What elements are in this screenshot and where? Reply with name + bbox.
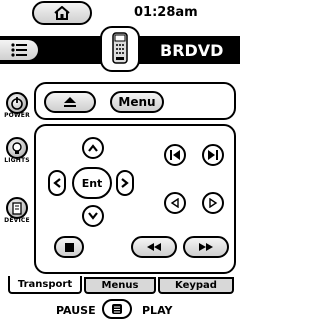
page-icon [112, 304, 122, 314]
up-arrow-icon [88, 144, 98, 152]
step-back-button[interactable] [164, 192, 186, 214]
next-chapter-icon [208, 150, 218, 160]
enter-button[interactable]: Ent [72, 167, 112, 199]
power-button[interactable]: POWER [2, 92, 32, 119]
prev-chapter-button[interactable] [164, 144, 186, 166]
page-button[interactable] [102, 299, 132, 319]
remote-icon [112, 32, 128, 64]
lights-button[interactable]: LIGHTS [2, 137, 32, 164]
lights-icon [6, 137, 28, 159]
device-icon [6, 197, 28, 219]
down-arrow-icon [88, 212, 98, 220]
power-icon [6, 92, 28, 114]
pause-label[interactable]: PAUSE [56, 304, 96, 317]
right-button[interactable] [116, 170, 134, 196]
home-icon [54, 6, 70, 20]
rewind-button[interactable] [131, 236, 177, 258]
clock: 01:28am [134, 5, 198, 20]
step-back-icon [170, 198, 179, 208]
play-label[interactable]: PLAY [142, 304, 173, 317]
device-name: BRDVD [160, 41, 224, 60]
device-list-button[interactable] [0, 38, 40, 62]
prev-chapter-icon [170, 150, 180, 160]
tab-menus[interactable]: Menus [84, 277, 156, 294]
stop-icon [64, 242, 74, 252]
home-button[interactable] [32, 1, 92, 25]
remote-badge[interactable] [100, 26, 140, 72]
step-forward-button[interactable] [202, 192, 224, 214]
menu-button[interactable]: Menu [110, 91, 164, 113]
list-menu-icon [11, 43, 27, 57]
down-button[interactable] [82, 205, 104, 227]
rewind-icon [147, 243, 161, 251]
left-arrow-icon [53, 178, 61, 188]
left-button[interactable] [48, 170, 66, 196]
next-chapter-button[interactable] [202, 144, 224, 166]
fast-forward-icon [199, 243, 213, 251]
tab-transport[interactable]: Transport [8, 276, 82, 294]
stop-button[interactable] [54, 236, 84, 258]
step-forward-icon [209, 198, 218, 208]
right-arrow-icon [121, 178, 129, 188]
eject-icon [64, 97, 76, 107]
device-button[interactable]: DEVICE [2, 197, 32, 224]
tab-keypad[interactable]: Keypad [158, 277, 234, 294]
fast-forward-button[interactable] [183, 236, 229, 258]
eject-button[interactable] [44, 91, 96, 113]
up-button[interactable] [82, 137, 104, 159]
